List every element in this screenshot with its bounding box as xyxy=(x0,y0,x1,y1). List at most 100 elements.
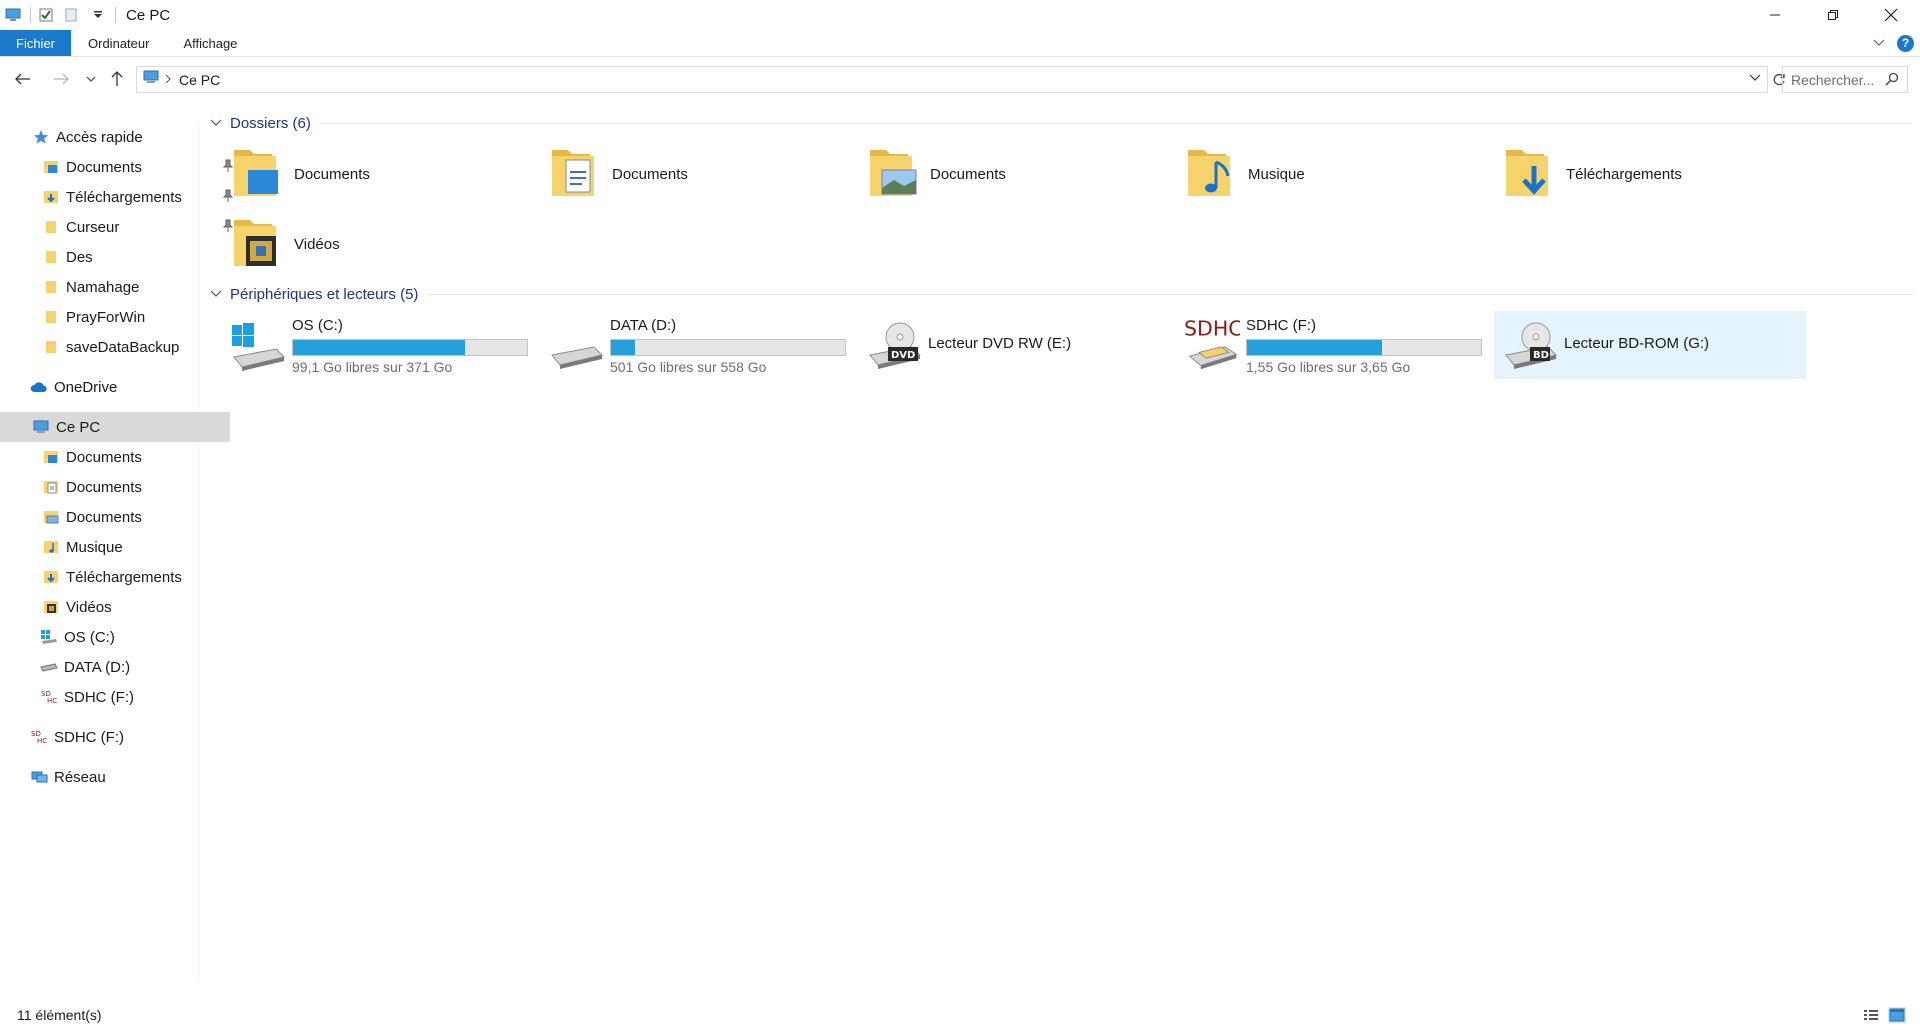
sidebar-item-label: SDHC (F:) xyxy=(54,728,124,746)
details-view-icon[interactable] xyxy=(1862,1007,1880,1023)
up-button[interactable] xyxy=(104,62,130,96)
title-bar: Ce PC xyxy=(0,0,1920,30)
folder-tile-documents-3[interactable]: Documents xyxy=(868,144,1006,205)
search-box[interactable]: Rechercher... xyxy=(1782,66,1908,93)
sidebar-item-musique[interactable]: Musique xyxy=(0,532,240,562)
sidebar-item-savedatabackup[interactable]: saveDataBackup xyxy=(0,332,240,362)
customize-toolbar-icon[interactable] xyxy=(89,6,107,24)
recent-locations-button[interactable] xyxy=(80,62,102,96)
folder-downloads-icon xyxy=(42,188,60,206)
sidebar-item-data-d[interactable]: DATA (D:) xyxy=(0,652,238,682)
drive-label: Lecteur DVD RW (E:) xyxy=(928,335,1072,352)
drive-usage-fill xyxy=(293,340,465,355)
group-title: Dossiers (6) xyxy=(230,114,311,132)
sidebar-item-sdhc-f[interactable]: SD HC SDHC (F:) xyxy=(0,722,228,752)
sidebar-item-onedrive[interactable]: OneDrive xyxy=(0,372,228,402)
forward-button[interactable] xyxy=(48,62,74,96)
sidebar-item-acces-rapide[interactable]: Accès rapide xyxy=(0,122,230,152)
folder-tile-documents-1[interactable]: Documents xyxy=(232,144,370,205)
view-switcher xyxy=(1862,1007,1906,1023)
chevron-down-icon[interactable] xyxy=(210,285,222,303)
tab-ordinateur[interactable]: Ordinateur xyxy=(71,30,166,56)
sidebar-item-namahage[interactable]: Namahage xyxy=(0,272,240,302)
svg-text:HC: HC xyxy=(37,737,47,745)
close-button[interactable] xyxy=(1862,0,1920,30)
sidebar-item-pc-documents-3[interactable]: Documents xyxy=(0,502,240,532)
group-header-peripheriques[interactable]: Périphériques et lecteurs (5) xyxy=(210,283,1914,305)
sidebar-item-des[interactable]: Des xyxy=(0,242,240,272)
folder-downloads-icon xyxy=(42,568,60,586)
item-count: 11 élément(s) xyxy=(17,1007,102,1023)
this-pc-window-icon xyxy=(4,6,22,24)
drive-tile-data-d[interactable]: DATA (D:) 501 Go libres sur 558 Go xyxy=(540,311,852,379)
sidebar-item-curseur[interactable]: Curseur xyxy=(0,212,240,242)
search-icon[interactable] xyxy=(1885,72,1899,91)
drive-tile-bdrom-g[interactable]: BD Lecteur BD-ROM (G:) xyxy=(1494,311,1806,379)
navigation-pane: Accès rapide Documents Téléchargements C… xyxy=(0,122,234,982)
sidebar-item-pc-telechargements[interactable]: Téléchargements xyxy=(0,562,240,592)
folder-tile-label: Musique xyxy=(1248,166,1305,183)
large-icons-view-icon[interactable] xyxy=(1888,1007,1906,1023)
folder-tile-label: Documents xyxy=(294,166,370,183)
folder-pictures-icon xyxy=(42,508,60,526)
sidebar-item-pc-documents-1[interactable]: Documents xyxy=(0,442,240,472)
drive-label: Lecteur BD-ROM (G:) xyxy=(1564,335,1710,352)
folder-tile-musique[interactable]: Musique xyxy=(1186,144,1305,205)
drive-tile-sdhc-f[interactable]: SDHC SDHC (F:) 1,55 Go libres sur 3,65 G… xyxy=(1176,311,1488,379)
search-placeholder[interactable]: Rechercher... xyxy=(1791,72,1874,88)
help-icon[interactable]: ? xyxy=(1897,34,1914,52)
breadcrumb-ce-pc[interactable]: Ce PC xyxy=(179,72,220,88)
toolbar-separator xyxy=(115,7,116,23)
tab-affichage[interactable]: Affichage xyxy=(166,30,254,56)
dvd-logo-text: DVD xyxy=(891,350,915,361)
folder-pictures-icon xyxy=(868,144,920,205)
chevron-down-icon[interactable] xyxy=(210,114,222,132)
sidebar-item-videos[interactable]: Vidéos xyxy=(0,592,240,622)
expand-ribbon-icon[interactable] xyxy=(1873,34,1885,52)
sidebar-item-sdhc-f-pc[interactable]: SD HC SDHC (F:) xyxy=(0,682,238,712)
ribbon-tabs: Fichier Ordinateur Affichage ? xyxy=(0,30,1920,57)
sidebar-item-os-c[interactable]: OS (C:) xyxy=(0,622,238,652)
sidebar-item-prayforwin[interactable]: PrayForWin xyxy=(0,302,240,332)
sidebar-item-label: Téléchargements xyxy=(66,568,182,586)
hard-drive-icon xyxy=(40,658,58,676)
tab-fichier[interactable]: Fichier xyxy=(0,30,72,56)
drive-usage-fill xyxy=(611,340,635,355)
sidebar-item-label: Réseau xyxy=(54,768,106,786)
restore-button[interactable] xyxy=(1804,0,1862,30)
sidebar-item-ce-pc[interactable]: Ce PC xyxy=(0,412,230,442)
properties-icon[interactable] xyxy=(37,6,55,24)
minimize-button[interactable] xyxy=(1746,0,1804,30)
toolbar-separator xyxy=(30,7,31,23)
folder-tile-videos[interactable]: Vidéos xyxy=(232,214,340,275)
group-header-dossiers[interactable]: Dossiers (6) xyxy=(210,112,1911,134)
breadcrumb-chevron-icon[interactable] xyxy=(165,72,171,87)
new-folder-icon[interactable] xyxy=(63,6,81,24)
sidebar-item-label: Documents xyxy=(66,158,142,176)
folder-documents-icon xyxy=(42,478,60,496)
sidebar-item-pc-documents-2[interactable]: Documents xyxy=(0,472,240,502)
address-dropdown-icon[interactable] xyxy=(1749,71,1761,90)
ribbon-right-controls: ? xyxy=(1873,30,1914,56)
sidebar-item-label: Documents xyxy=(66,508,142,526)
back-button[interactable] xyxy=(10,62,36,96)
navigation-bar: Ce PC Rechercher... xyxy=(0,62,1920,96)
folder-tile-label: Documents xyxy=(930,166,1006,183)
sidebar-item-label: Documents xyxy=(66,448,142,466)
folder-documents-icon xyxy=(232,144,284,205)
sidebar-item-documents[interactable]: Documents xyxy=(0,152,240,182)
folder-tile-documents-2[interactable]: Documents xyxy=(550,144,688,205)
folder-documents-icon xyxy=(42,158,60,176)
group-divider xyxy=(428,293,1914,295)
address-bar[interactable]: Ce PC xyxy=(136,66,1768,93)
drive-tile-os-c[interactable]: OS (C:) 99,1 Go libres sur 371 Go xyxy=(222,311,534,379)
group-title: Périphériques et lecteurs (5) xyxy=(230,285,419,303)
folder-tile-telechargements[interactable]: Téléchargements xyxy=(1504,144,1682,205)
star-icon xyxy=(32,128,50,146)
window-title: Ce PC xyxy=(126,6,171,24)
folder-tile-label: Téléchargements xyxy=(1566,166,1682,183)
drive-tile-dvd-e[interactable]: DVD Lecteur DVD RW (E:) xyxy=(858,311,1170,379)
sidebar-item-reseau[interactable]: Réseau xyxy=(0,762,228,792)
status-bar: 11 élément(s) xyxy=(0,1000,1920,1030)
sidebar-item-telechargements[interactable]: Téléchargements xyxy=(0,182,240,212)
